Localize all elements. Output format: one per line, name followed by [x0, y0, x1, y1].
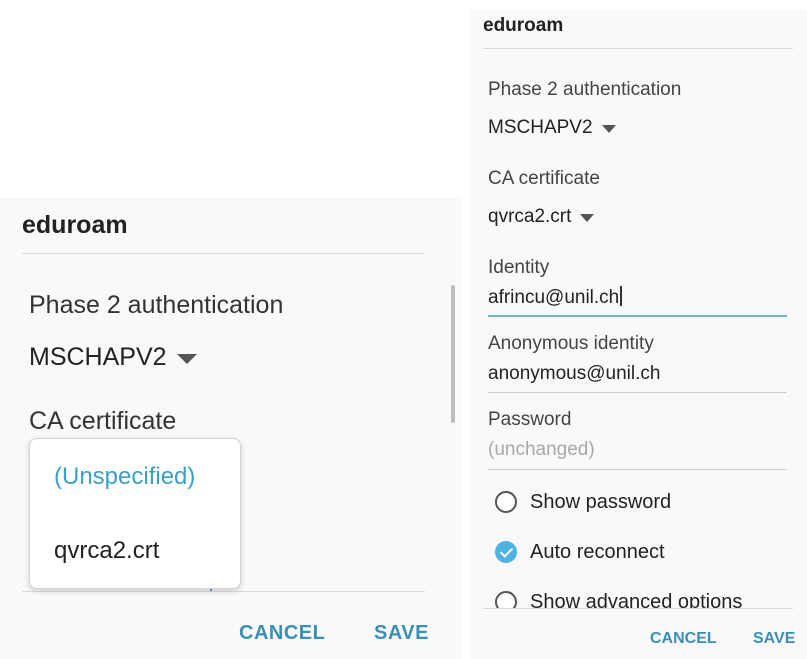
ca-certificate-select[interactable]: qvrca2.crt	[488, 206, 595, 228]
dropdown-option-qvrca2[interactable]: qvrca2.crt	[54, 537, 159, 565]
cancel-button[interactable]: CANCEL	[650, 630, 717, 648]
phase2-auth-select[interactable]: MSCHAPV2	[29, 343, 197, 372]
title-divider	[483, 48, 793, 49]
right-wifi-dialog: eduroam Phase 2 authentication MSCHAPV2 …	[470, 10, 807, 659]
identity-input[interactable]: afrincu@unil.ch	[488, 286, 622, 309]
phase2-auth-select[interactable]: MSCHAPV2	[488, 117, 616, 139]
title-divider	[22, 253, 425, 254]
ca-certificate-label: CA certificate	[488, 168, 600, 189]
phase2-auth-label: Phase 2 authentication	[29, 291, 284, 319]
cancel-button[interactable]: CANCEL	[239, 622, 325, 645]
footer-divider	[22, 591, 425, 592]
ca-certificate-label: CA certificate	[29, 407, 177, 435]
show-password-label: Show password	[530, 491, 672, 513]
identity-label: Identity	[488, 257, 550, 278]
password-underline	[488, 469, 787, 470]
phase2-auth-label: Phase 2 authentication	[488, 79, 682, 100]
save-button[interactable]: SAVE	[374, 622, 429, 645]
anonymous-identity-underline	[488, 392, 787, 393]
auto-reconnect-checkbox[interactable]	[495, 541, 517, 563]
save-button[interactable]: SAVE	[753, 630, 795, 648]
show-advanced-label: Show advanced options	[530, 591, 743, 608]
identity-value: afrincu@unil.ch	[488, 287, 620, 308]
dropdown-caret-icon	[176, 354, 197, 364]
dialog-title: eduroam	[22, 211, 128, 239]
dropdown-caret-icon	[601, 125, 616, 133]
password-label: Password	[488, 409, 572, 430]
anonymous-identity-label: Anonymous identity	[488, 333, 654, 354]
footer-divider	[483, 608, 793, 609]
dialog-title: eduroam	[483, 15, 564, 36]
auto-reconnect-label: Auto reconnect	[530, 541, 665, 563]
scrollbar[interactable]	[451, 285, 455, 423]
password-input[interactable]: (unchanged)	[488, 439, 595, 461]
ca-certificate-value: qvrca2.crt	[488, 206, 572, 227]
phase2-auth-value: MSCHAPV2	[488, 117, 593, 138]
anonymous-identity-input[interactable]: anonymous@unil.ch	[488, 363, 660, 385]
show-password-checkbox[interactable]	[495, 491, 517, 513]
text-cursor	[620, 286, 622, 306]
dropdown-option-unspecified[interactable]: (Unspecified)	[54, 463, 195, 491]
dropdown-caret-icon	[580, 214, 595, 222]
ca-certificate-dropdown: (Unspecified) qvrca2.crt	[29, 438, 241, 589]
phase2-auth-value: MSCHAPV2	[29, 343, 167, 371]
left-wifi-dialog: eduroam Phase 2 authentication MSCHAPV2 …	[0, 197, 462, 659]
show-advanced-checkbox[interactable]	[495, 591, 517, 608]
identity-underline	[488, 315, 787, 317]
